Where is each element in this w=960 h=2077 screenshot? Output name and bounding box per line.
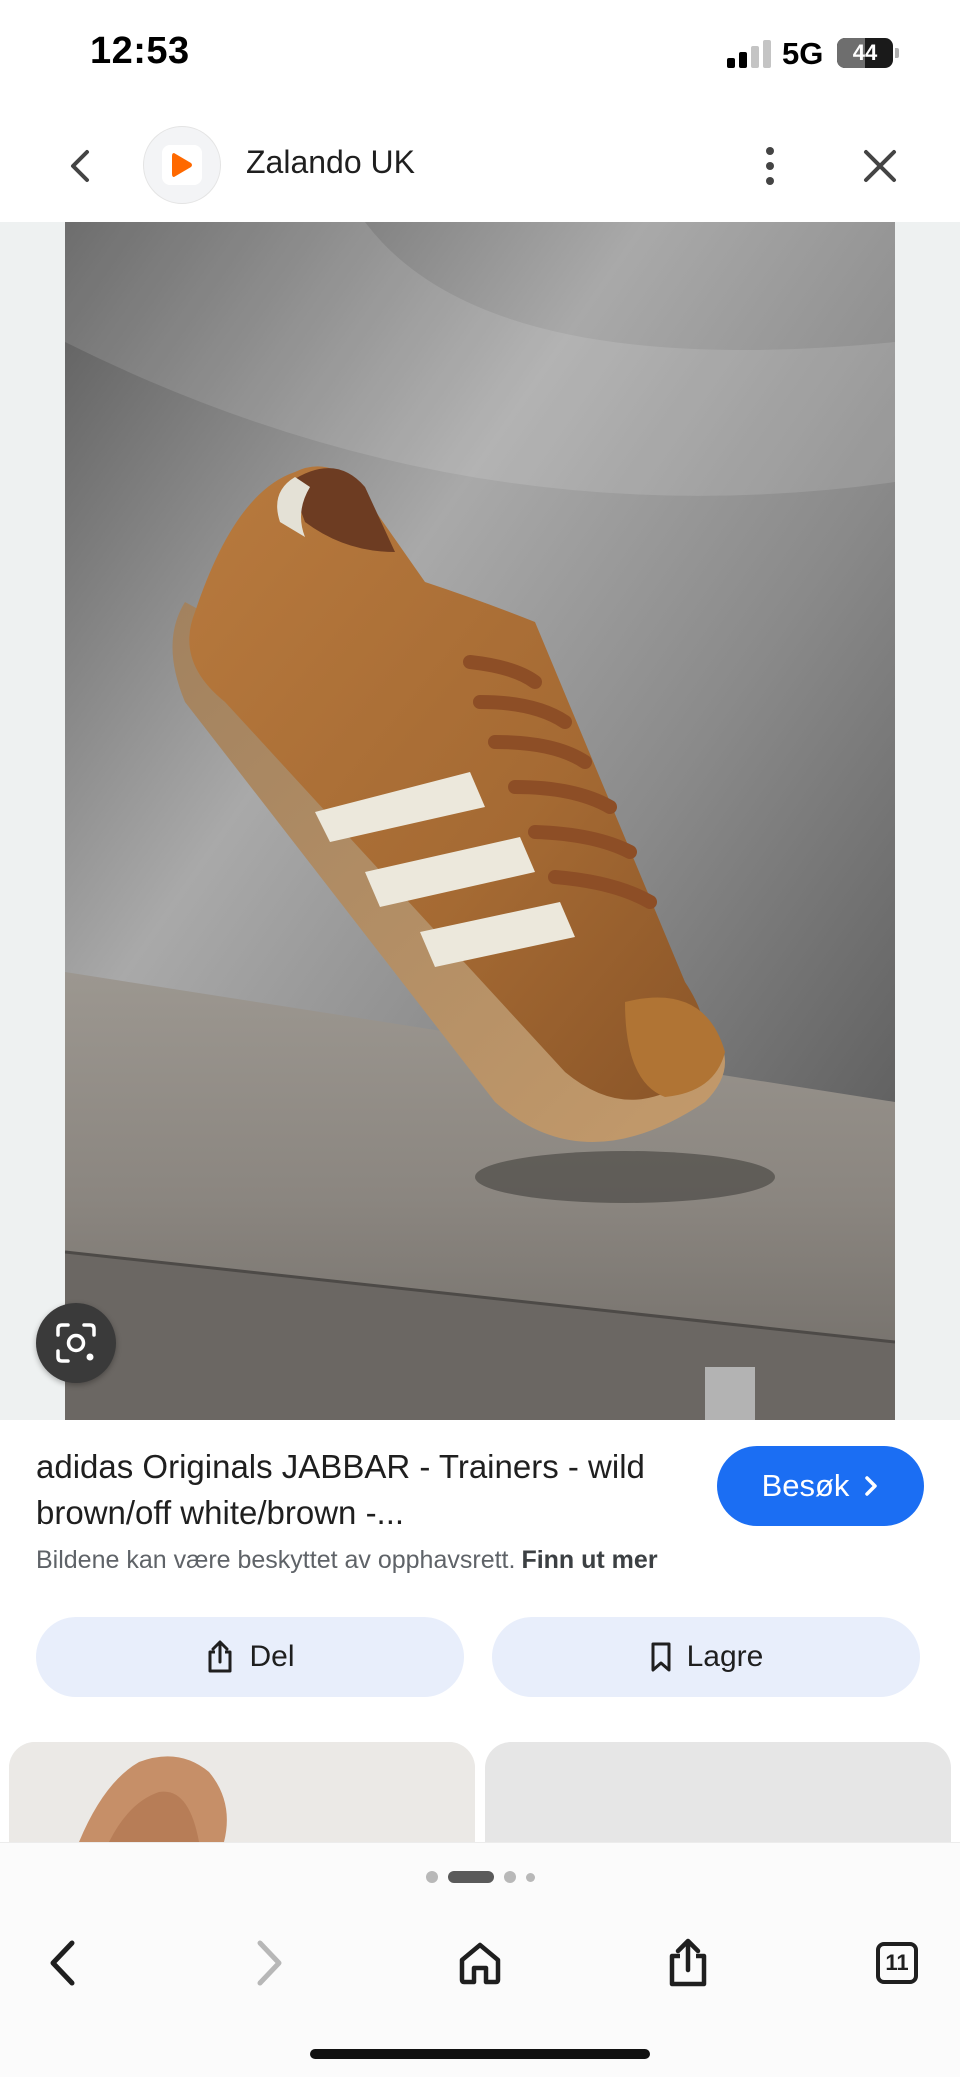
chevron-right-icon xyxy=(257,1940,282,1986)
chevron-right-icon xyxy=(865,1476,878,1496)
more-options-button[interactable] xyxy=(750,138,790,194)
sneaker-photo xyxy=(65,222,895,1420)
chevron-left-icon xyxy=(50,1940,75,1986)
page-indicator xyxy=(0,1871,960,1883)
image-viewer xyxy=(0,222,960,1420)
site-name[interactable]: Zalando UK xyxy=(246,144,415,181)
related-image[interactable] xyxy=(9,1742,475,1842)
browser-forward-button[interactable] xyxy=(230,1923,310,2003)
home-button[interactable] xyxy=(440,1923,520,2003)
network-type: 5G xyxy=(782,36,824,71)
close-icon xyxy=(864,150,896,182)
visit-button-label: Besøk xyxy=(761,1468,850,1503)
copyright-notice: Bildene kan være beskyttet av opphavsret… xyxy=(36,1546,658,1575)
home-icon xyxy=(459,1942,501,1985)
save-button[interactable]: Lagre xyxy=(492,1617,920,1697)
browser-share-button[interactable] xyxy=(648,1923,728,2003)
save-button-label: Lagre xyxy=(686,1640,764,1673)
share-icon xyxy=(208,1640,232,1673)
back-button[interactable] xyxy=(52,138,108,194)
share-button[interactable]: Del xyxy=(36,1617,464,1697)
close-button[interactable] xyxy=(852,138,908,194)
signal-strength-icon xyxy=(727,38,771,68)
site-logo[interactable] xyxy=(143,126,221,204)
related-image-photo xyxy=(9,1742,475,1842)
share-icon xyxy=(669,1938,707,1987)
browser-toolbar: 11 xyxy=(0,1842,960,2077)
zalando-logo-icon xyxy=(172,153,192,177)
lens-icon xyxy=(56,1323,96,1363)
learn-more-link[interactable]: Finn ut mer xyxy=(521,1546,657,1574)
tabs-button[interactable]: 11 xyxy=(857,1923,937,2003)
status-bar: 12:53 5G 44 xyxy=(0,0,960,110)
share-button-label: Del xyxy=(249,1640,295,1673)
lens-search-button[interactable] xyxy=(36,1303,116,1383)
tab-count: 11 xyxy=(876,1942,918,1984)
browser-back-button[interactable] xyxy=(22,1923,102,2003)
home-indicator[interactable] xyxy=(310,2049,650,2059)
battery-level: 44 xyxy=(852,40,878,65)
related-image[interactable] xyxy=(485,1742,951,1842)
bookmark-icon xyxy=(651,1642,671,1672)
product-title[interactable]: adidas Originals JABBAR - Trainers - wil… xyxy=(36,1444,676,1536)
product-image[interactable] xyxy=(65,222,895,1420)
status-time: 12:53 xyxy=(90,30,190,72)
visit-button[interactable]: Besøk xyxy=(717,1446,924,1526)
copyright-text: Bildene kan være beskyttet av opphavsret… xyxy=(36,1546,516,1574)
viewer-header: Zalando UK xyxy=(0,110,960,222)
battery-icon: 44 xyxy=(837,38,893,68)
chevron-left-icon xyxy=(71,150,89,182)
